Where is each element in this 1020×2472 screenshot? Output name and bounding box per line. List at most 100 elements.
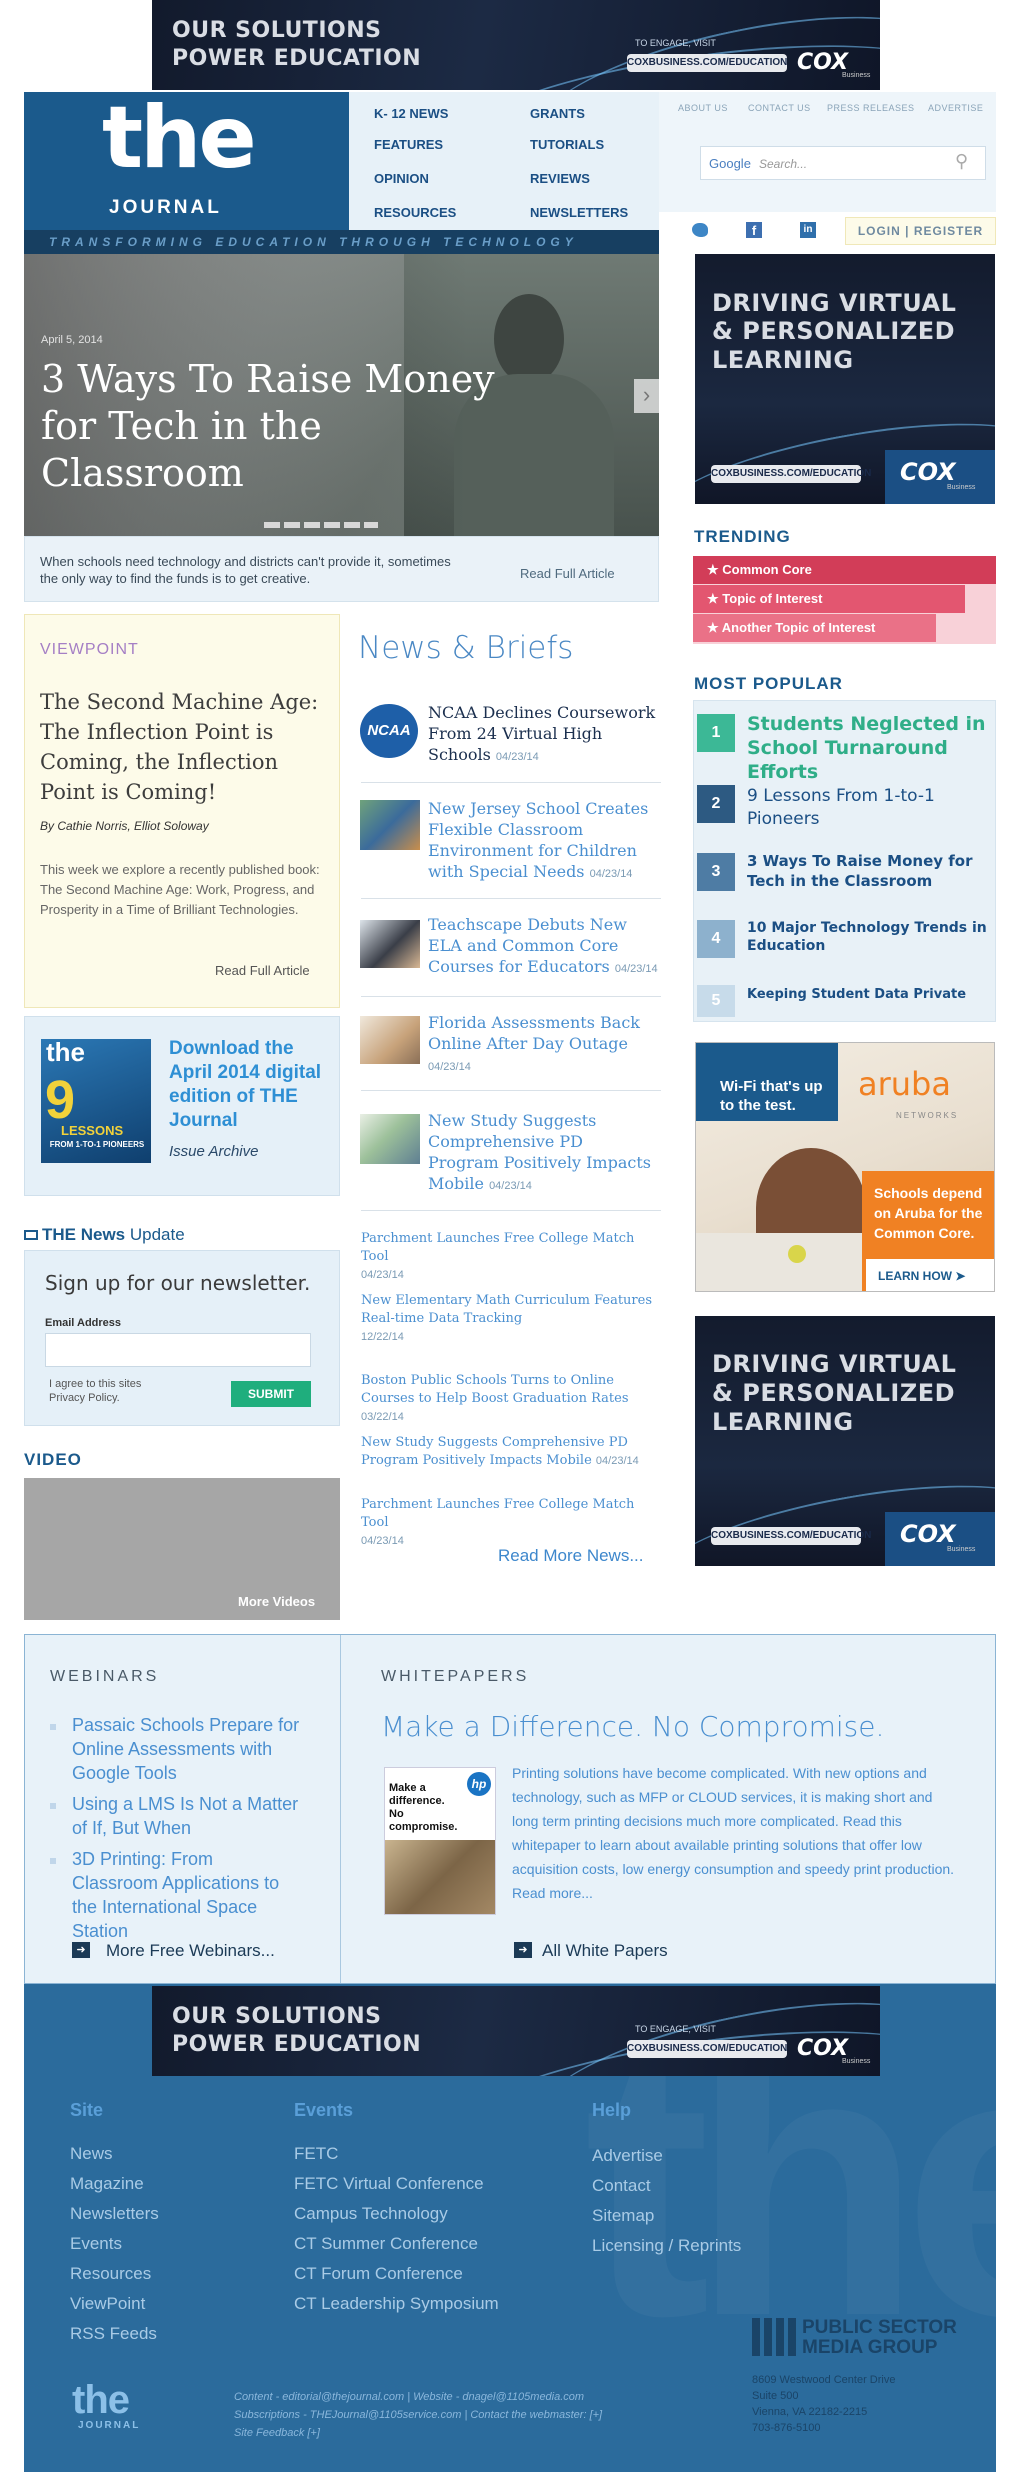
nav-opinion[interactable]: OPINION [374,171,429,186]
video-player[interactable]: More Videos [24,1478,340,1620]
popular-item-3[interactable]: 3 Ways To Raise Money for Tech in the Cl… [747,851,987,891]
more-videos-link[interactable]: More Videos [238,1594,315,1609]
top-banner-ad[interactable]: OUR SOLUTIONS POWER EDUCATION TO ENGAGE,… [152,0,880,90]
read-more-news-link[interactable]: Read More News... [498,1546,644,1566]
submit-button[interactable]: SUBMIT [231,1381,311,1407]
footer-logo[interactable]: the JOURNAL [72,2380,140,2431]
resources-divider [340,1635,341,1983]
news-item-3-thumb[interactable] [360,920,420,968]
footer-link-ct-leadership[interactable]: CT Leadership Symposium [294,2294,499,2314]
viewpoint-title[interactable]: The Second Machine Age: The Inflection P… [40,687,330,807]
nav-reviews[interactable]: REVIEWS [530,171,590,186]
footer-contact-line2[interactable]: Subscriptions - THEJournal@1105service.c… [234,2406,602,2424]
footer-link-magazine[interactable]: Magazine [70,2174,144,2194]
news-item-3-title[interactable]: Teachscape Debuts New ELA and Common Cor… [428,915,627,976]
webinar-item-1[interactable]: Passaic Schools Prepare for Online Asses… [72,1713,302,1785]
trending-item-3[interactable]: ★ Another Topic of Interest [693,614,936,642]
search-icon[interactable]: ⚲ [955,151,968,172]
footer-link-viewpoint[interactable]: ViewPoint [70,2294,145,2314]
whitepaper-thumb[interactable]: Make a difference. No compromise. hp [384,1767,496,1915]
viewpoint-read-more[interactable]: Read Full Article [215,963,310,978]
webinar-item-3[interactable]: 3D Printing: From Classroom Applications… [72,1847,302,1943]
nav-resources[interactable]: RESOURCES [374,205,456,220]
footer-link-resources[interactable]: Resources [70,2264,151,2284]
whitepaper-body-text: Printing solutions have become complicat… [512,1765,955,1877]
footer-link-campus-tech[interactable]: Campus Technology [294,2204,448,2224]
slide-dots[interactable] [264,522,378,528]
linkedin-icon[interactable]: in [800,222,816,238]
whitepaper-title[interactable]: Make a Difference. No Compromise. [381,1710,884,1743]
sidebar-ad-1[interactable]: DRIVING VIRTUAL & PERSONALIZED LEARNING … [695,254,995,504]
privacy-agree[interactable]: I agree to this sites Privacy Policy. [49,1377,159,1405]
footer-link-sitemap[interactable]: Sitemap [592,2206,654,2226]
aruba-ad[interactable]: Wi-Fi that's up to the test. aruba NETWO… [695,1042,995,1292]
magazine-cover[interactable]: the 9 LESSONS FROM 1-TO-1 PIONEERS [41,1039,151,1163]
footer-link-fetc-virtual[interactable]: FETC Virtual Conference [294,2174,484,2194]
util-contact[interactable]: CONTACT US [748,103,811,113]
facebook-icon[interactable]: f [746,222,762,238]
small-news-2-title[interactable]: New Elementary Math Curriculum Features … [361,1293,652,1326]
footer-banner-ad[interactable]: OUR SOLUTIONS POWER EDUCATION TO ENGAGE,… [152,1986,880,2076]
twitter-icon[interactable] [692,223,708,237]
news-item-1-title[interactable]: NCAA Declines Coursework From 24 Virtual… [428,703,655,764]
small-news-5-title[interactable]: Parchment Launches Free College Match To… [361,1497,634,1530]
next-slide-icon[interactable]: › [634,379,659,413]
nav-tutorials[interactable]: TUTORIALS [530,137,604,152]
hero-read-more[interactable]: Read Full Article [520,566,615,581]
nav-k12-news[interactable]: K- 12 NEWS [374,106,448,121]
webinar-item-2[interactable]: Using a LMS Is Not a Matter of If, But W… [72,1792,302,1840]
news-item-2-thumb[interactable] [360,800,420,850]
arrow-right-icon: ➜ [514,1942,532,1958]
footer-link-ct-forum[interactable]: CT Forum Conference [294,2264,463,2284]
small-news-3-title[interactable]: Boston Public Schools Turns to Online Co… [361,1373,629,1406]
footer-link-events[interactable]: Events [70,2234,122,2254]
news-item-5-thumb[interactable] [360,1114,420,1164]
logo-block[interactable]: the JOURNAL [24,88,349,230]
news-item-4-thumb[interactable] [360,1016,420,1064]
popular-item-5[interactable]: Keeping Student Data Private [747,986,987,1004]
hero-slider[interactable]: April 5, 2014 3 Ways To Raise Money for … [24,254,659,536]
small-news-1-title[interactable]: Parchment Launches Free College Match To… [361,1231,634,1264]
digital-edition-card[interactable]: the 9 LESSONS FROM 1-TO-1 PIONEERS Downl… [24,1016,340,1196]
psmg-addr1: 8609 Westwood Center Drive [752,2374,896,2386]
hero-title[interactable]: 3 Ways To Raise Money for Tech in the Cl… [41,356,511,497]
aruba-learn-how[interactable]: LEARN HOW ➤ [878,1269,965,1283]
news-item-5-title[interactable]: New Study Suggests Comprehensive PD Prog… [428,1111,651,1193]
login-register[interactable]: LOGIN | REGISTER [845,217,996,245]
ad-line2: POWER EDUCATION [172,46,422,71]
digital-title[interactable]: Download the April 2014 digital edition … [169,1037,329,1133]
all-white-papers-link[interactable]: All White Papers [542,1941,668,1961]
footer-link-advertise[interactable]: Advertise [592,2146,663,2166]
popular-item-2[interactable]: 9 Lessons From 1-to-1 Pioneers [747,785,987,831]
footer-link-licensing[interactable]: Licensing / Reprints [592,2236,741,2256]
trending-item-2[interactable]: ★ Topic of Interest [693,585,965,613]
nav-newsletters[interactable]: NEWSLETTERS [530,205,628,220]
small-news-4-title[interactable]: New Study Suggests Comprehensive PD Prog… [361,1435,628,1468]
trending-item-1[interactable]: ★ Common Core [693,556,996,584]
more-webinars-link[interactable]: More Free Webinars... [106,1941,275,1961]
footer-link-rss[interactable]: RSS Feeds [70,2324,157,2344]
nav-features[interactable]: FEATURES [374,137,443,152]
footer-contact-line3[interactable]: Site Feedback [+] [234,2424,602,2442]
issue-archive-link[interactable]: Issue Archive [169,1143,258,1160]
util-advertise[interactable]: ADVERTISE [928,103,983,113]
footer-link-news[interactable]: News [70,2144,113,2164]
popular-item-4[interactable]: 10 Major Technology Trends in Education [747,919,987,955]
sidebar-ad-2[interactable]: DRIVING VIRTUAL & PERSONALIZED LEARNING … [695,1316,995,1566]
whitepaper-body: Printing solutions have become complicat… [512,1761,957,1905]
side-ad2-line2: & PERSONALIZED [712,1379,956,1407]
footer-link-contact[interactable]: Contact [592,2176,651,2196]
footer-contact-line1[interactable]: Content - editorial@thejournal.com | Web… [234,2388,602,2406]
footer-link-newsletters[interactable]: Newsletters [70,2204,159,2224]
whitepaper-read-more[interactable]: Read more... [512,1885,593,1901]
footer-link-ct-summer[interactable]: CT Summer Conference [294,2234,478,2254]
small-news-1-date: 04/23/14 [361,1269,404,1281]
footer-link-fetc[interactable]: FETC [294,2144,338,2164]
search-input[interactable]: Google Search... ⚲ [700,146,986,180]
util-about[interactable]: ABOUT US [678,103,728,113]
nav-grants[interactable]: GRANTS [530,106,585,121]
popular-item-1[interactable]: Students Neglected in School Turnaround … [747,712,987,784]
email-field[interactable] [45,1333,311,1367]
news-item-4-title[interactable]: Florida Assessments Back Online After Da… [428,1013,640,1053]
util-press[interactable]: PRESS RELEASES [827,103,915,113]
